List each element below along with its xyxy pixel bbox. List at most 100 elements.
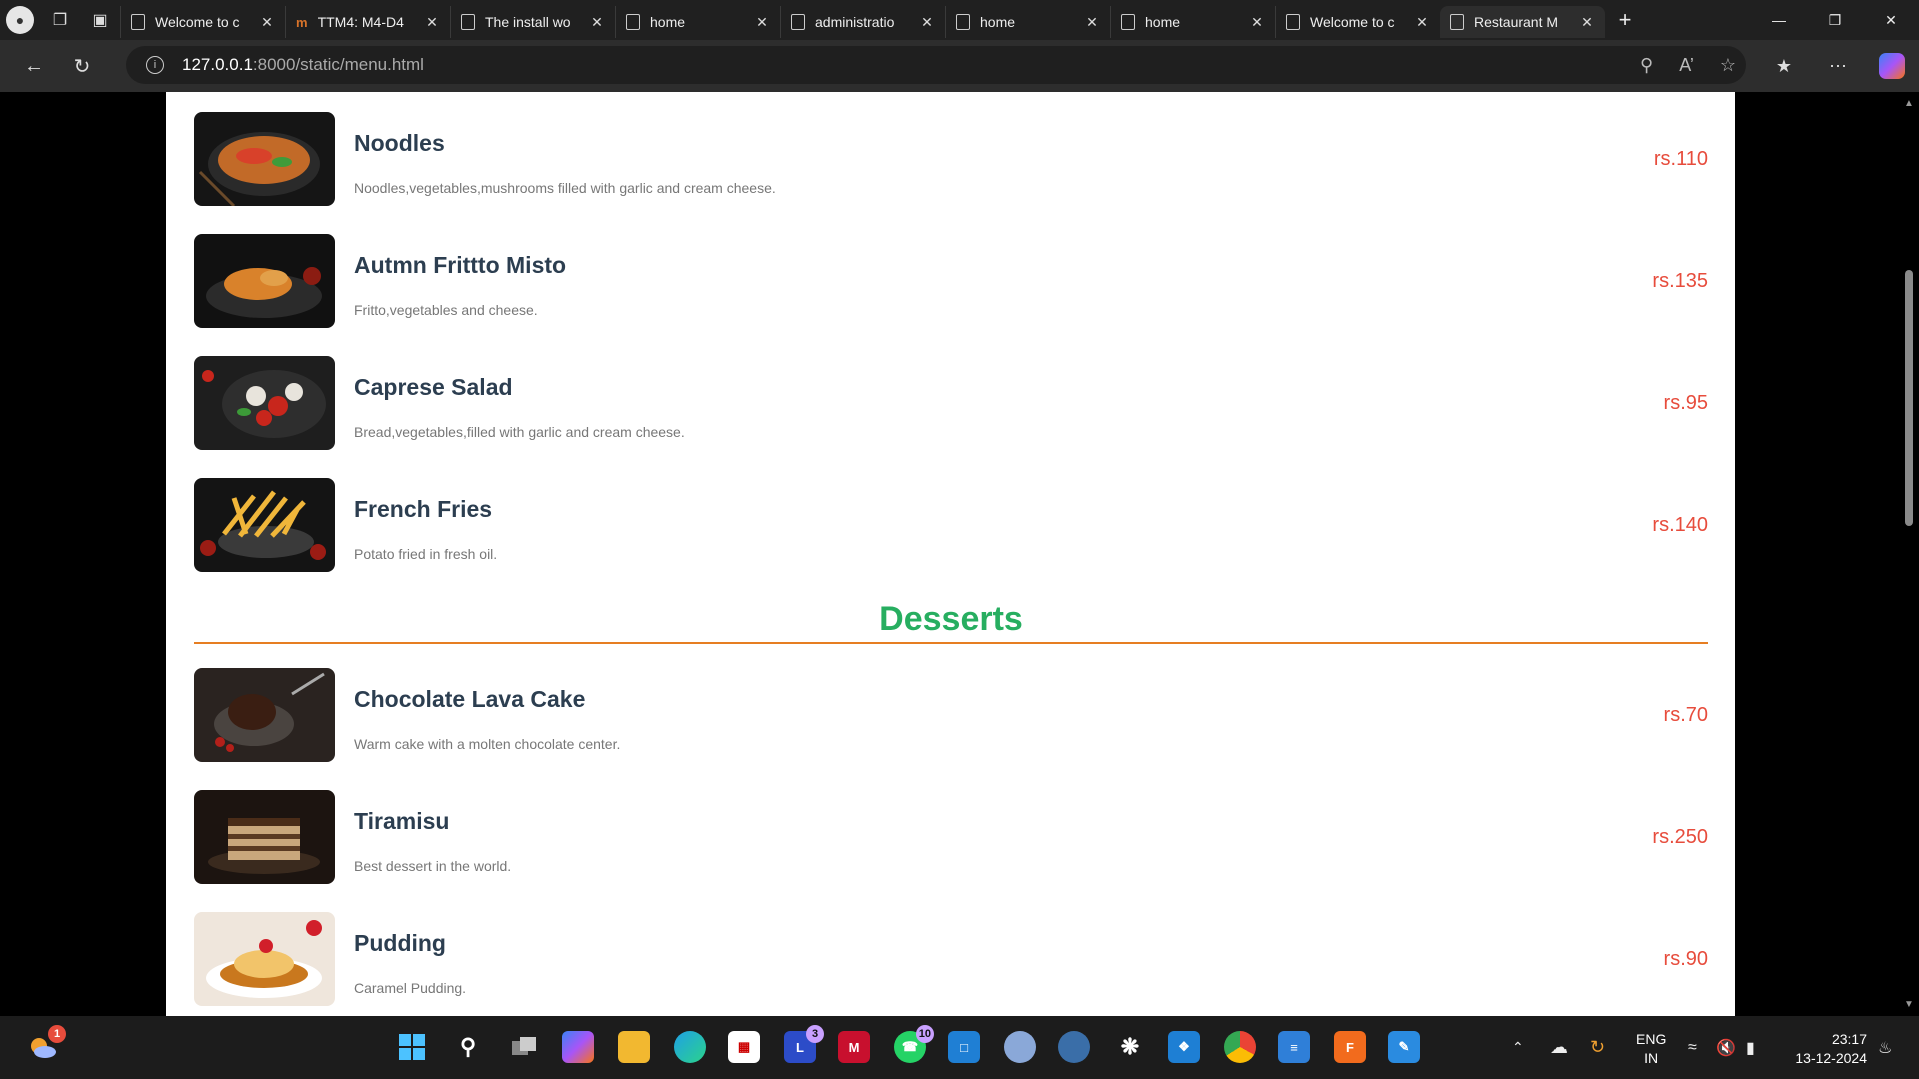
clock[interactable]: 23:17 13-12-2024 bbox=[1795, 1030, 1867, 1068]
fritto-misto-photo bbox=[194, 234, 335, 328]
whatsapp-icon[interactable]: ☎ 10 bbox=[894, 1025, 934, 1063]
page-icon bbox=[461, 14, 475, 30]
copilot-app-icon[interactable] bbox=[562, 1031, 594, 1063]
tab-5[interactable]: home ✕ bbox=[945, 6, 1110, 38]
new-tab-button[interactable]: + bbox=[1605, 7, 1645, 33]
mcafee-icon[interactable]: M bbox=[838, 1031, 870, 1063]
page-icon bbox=[1121, 14, 1135, 30]
scroll-down-arrow-icon[interactable]: ▼ bbox=[1903, 999, 1915, 1010]
store-icon[interactable]: ▦ bbox=[728, 1031, 760, 1063]
window-app-icon[interactable]: □ bbox=[948, 1031, 980, 1063]
toolbar: ← ↻ i 127.0.0.1:8000/static/menu.html ⚲ … bbox=[0, 40, 1919, 92]
paint-app-icon[interactable]: ✎ bbox=[1388, 1031, 1420, 1063]
more-menu-icon[interactable]: ⋯ bbox=[1811, 56, 1865, 77]
browser-actions: ★ ⋯ bbox=[1757, 40, 1919, 92]
favorites-icon[interactable]: ★ bbox=[1757, 56, 1811, 77]
vscode-icon[interactable]: ❖ bbox=[1168, 1031, 1200, 1063]
windows-taskbar: 1 ⚲ ▦ L3 M ☎ 10 □ ❋ ❖ ≡ F ✎ ⌃ ☁ ↻ ENG IN … bbox=[0, 1016, 1919, 1079]
item-name: Autmn Frittto Misto bbox=[354, 252, 567, 278]
chrome-icon[interactable] bbox=[1224, 1031, 1256, 1063]
close-tab-icon[interactable]: ✕ bbox=[1249, 14, 1265, 31]
menu-item: French Fries Potato fried in fresh oil. … bbox=[194, 478, 1708, 572]
teams-icon[interactable]: L3 bbox=[784, 1025, 824, 1063]
weather-icon[interactable]: 1 bbox=[26, 1025, 66, 1063]
filezilla-icon[interactable]: F bbox=[1334, 1031, 1366, 1063]
language-indicator[interactable]: ENG IN bbox=[1636, 1030, 1666, 1068]
item-name: French Fries bbox=[354, 496, 493, 522]
close-tab-icon[interactable]: ✕ bbox=[424, 14, 440, 31]
favorite-star-icon[interactable]: ☆ bbox=[1720, 55, 1736, 76]
chatgpt-icon[interactable]: ❋ bbox=[1114, 1031, 1146, 1063]
start-icon[interactable] bbox=[396, 1031, 428, 1063]
refresh-icon[interactable]: ↻ bbox=[60, 46, 104, 86]
menu-item: Pudding Caramel Pudding. rs.90 bbox=[194, 912, 1708, 1006]
tiramisu-photo bbox=[194, 790, 335, 884]
minimize-icon[interactable]: — bbox=[1751, 0, 1807, 40]
pudding-photo bbox=[194, 912, 335, 1006]
notepad-icon[interactable]: ≡ bbox=[1278, 1031, 1310, 1063]
tab-actions-icon[interactable]: ▣ bbox=[80, 0, 120, 40]
close-tab-icon[interactable]: ✕ bbox=[1084, 14, 1100, 31]
wifi-icon[interactable]: ≈ bbox=[1688, 1016, 1697, 1079]
tab-3[interactable]: home ✕ bbox=[615, 6, 780, 38]
tab-0[interactable]: Welcome to c ✕ bbox=[120, 6, 285, 38]
menu-item: Caprese Salad Bread,vegetables,filled wi… bbox=[194, 356, 1708, 450]
item-name: Pudding bbox=[354, 930, 446, 956]
close-tab-icon[interactable]: ✕ bbox=[259, 14, 275, 31]
item-name: Caprese Salad bbox=[354, 374, 513, 400]
address-bar[interactable]: i 127.0.0.1:8000/static/menu.html ⚲ A’ ☆ bbox=[126, 46, 1746, 84]
close-tab-icon[interactable]: ✕ bbox=[589, 14, 605, 31]
noodles-photo bbox=[194, 112, 335, 206]
battery-icon[interactable]: ▮ bbox=[1746, 1016, 1755, 1079]
file-explorer-icon[interactable] bbox=[618, 1031, 650, 1063]
section-divider bbox=[194, 642, 1708, 644]
task-view-icon[interactable] bbox=[508, 1031, 540, 1063]
profile-icon[interactable]: ● bbox=[6, 6, 34, 34]
close-tab-icon[interactable]: ✕ bbox=[754, 14, 770, 31]
vertical-scrollbar[interactable]: ▲ ▼ bbox=[1899, 92, 1919, 1016]
tab-1[interactable]: m TTM4: M4-D4 ✕ bbox=[285, 6, 450, 38]
restore-icon[interactable]: ❐ bbox=[1807, 0, 1863, 40]
search-icon[interactable]: ⚲ bbox=[452, 1031, 484, 1063]
info-icon[interactable]: i bbox=[146, 56, 164, 74]
scrollbar-thumb[interactable] bbox=[1905, 270, 1913, 526]
item-name: Noodles bbox=[354, 130, 445, 156]
page-icon bbox=[626, 14, 640, 30]
page-viewport: Noodles Noodles,vegetables,mushrooms fil… bbox=[0, 92, 1919, 1016]
item-price: rs.110 bbox=[1653, 148, 1708, 170]
read-aloud-icon[interactable]: A’ bbox=[1679, 55, 1694, 76]
close-tab-icon[interactable]: ✕ bbox=[1579, 14, 1595, 31]
workspaces-icon[interactable]: ❐ bbox=[40, 0, 80, 40]
item-description: Bread,vegetables,filled with garlic and … bbox=[354, 424, 685, 440]
tab-7[interactable]: Welcome to c ✕ bbox=[1275, 6, 1440, 38]
notification-bell-icon[interactable]: ♨ bbox=[1878, 1016, 1892, 1079]
lava-cake-photo bbox=[194, 668, 335, 762]
copilot-icon[interactable] bbox=[1879, 53, 1905, 79]
zoom-icon[interactable]: ⚲ bbox=[1640, 55, 1653, 76]
globe-app-icon[interactable] bbox=[1058, 1031, 1090, 1063]
close-tab-icon[interactable]: ✕ bbox=[919, 14, 935, 31]
onedrive-icon[interactable]: ☁ bbox=[1550, 1016, 1568, 1079]
scroll-up-arrow-icon[interactable]: ▲ bbox=[1903, 98, 1915, 109]
section-title-desserts: Desserts bbox=[879, 600, 1023, 638]
show-hidden-icons[interactable]: ⌃ bbox=[1512, 1016, 1524, 1079]
network-app-icon[interactable] bbox=[1004, 1031, 1036, 1063]
page-icon bbox=[1286, 14, 1300, 30]
item-description: Caramel Pudding. bbox=[354, 980, 467, 996]
edge-icon[interactable] bbox=[674, 1031, 706, 1063]
close-tab-icon[interactable]: ✕ bbox=[1414, 14, 1430, 31]
menu-item: Tiramisu Best dessert in the world. rs.2… bbox=[194, 790, 1708, 884]
tab-4[interactable]: administratio ✕ bbox=[780, 6, 945, 38]
back-icon[interactable]: ← bbox=[12, 46, 56, 86]
item-price: rs.135 bbox=[1652, 270, 1708, 292]
item-name: Chocolate Lava Cake bbox=[354, 686, 586, 712]
url-path: :8000/static/menu.html bbox=[252, 55, 424, 74]
tab-6[interactable]: home ✕ bbox=[1110, 6, 1275, 38]
item-description: Fritto,vegetables and cheese. bbox=[354, 302, 538, 318]
item-price: rs.70 bbox=[1663, 704, 1708, 726]
sync-icon[interactable]: ↻ bbox=[1590, 1016, 1605, 1079]
tab-8-active[interactable]: Restaurant M ✕ bbox=[1440, 6, 1605, 38]
close-window-icon[interactable]: ✕ bbox=[1863, 0, 1919, 40]
tab-2[interactable]: The install wo ✕ bbox=[450, 6, 615, 38]
volume-muted-icon[interactable]: 🔇 bbox=[1716, 1016, 1736, 1079]
